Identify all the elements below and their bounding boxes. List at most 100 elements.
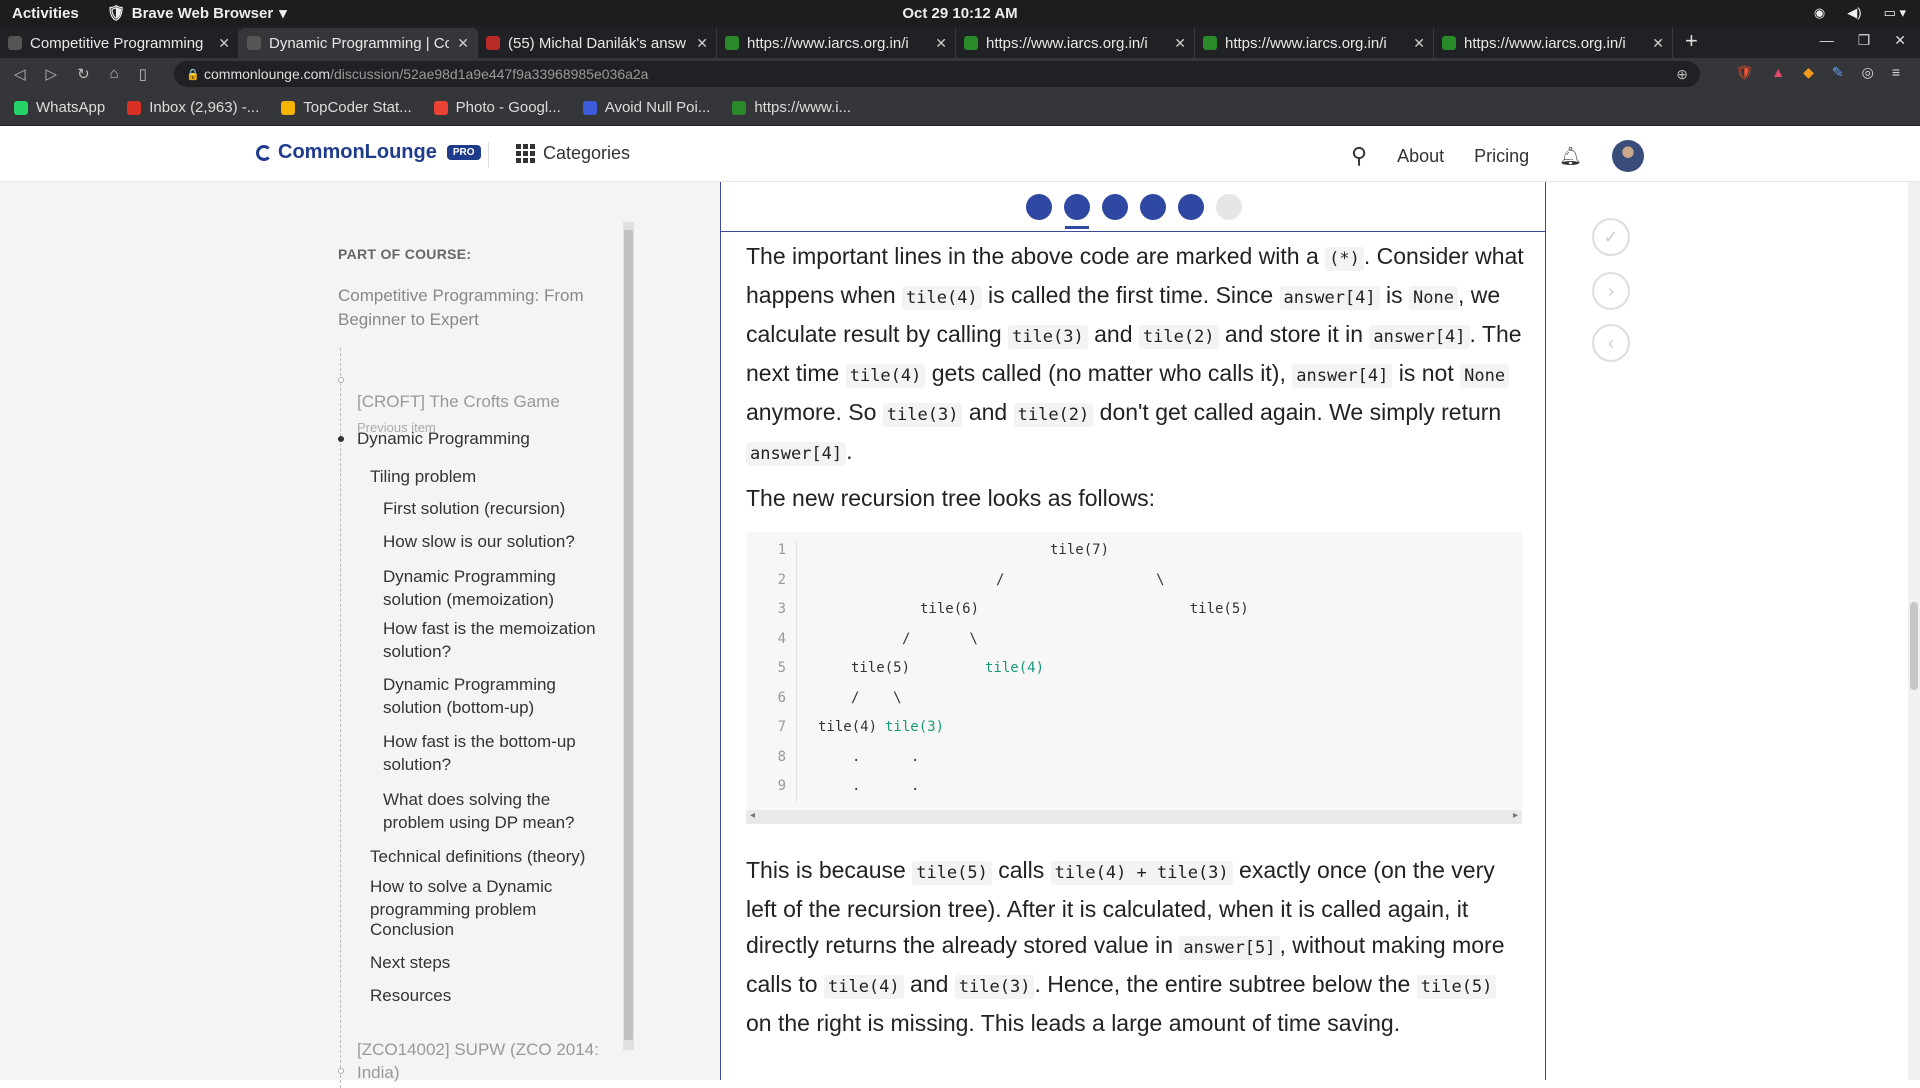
maximize-icon[interactable]: ❐ [1858, 32, 1871, 49]
progress-dot[interactable] [1026, 194, 1052, 220]
menu-icon[interactable]: ≡ [1892, 64, 1900, 81]
close-tab-icon[interactable]: ✕ [935, 35, 947, 52]
commonlounge-logo[interactable]: CommonLounge PRO [256, 141, 481, 164]
code-horizontal-scrollbar[interactable]: ◂ ▸ [746, 810, 1522, 824]
progress-dot[interactable] [1178, 194, 1204, 220]
course-sidebar: PART OF COURSE: Competitive Programming:… [0, 182, 720, 1088]
toc-item[interactable]: Next steps [370, 951, 600, 974]
avatar[interactable] [1612, 140, 1644, 172]
bookmark-2[interactable]: TopCoder Stat... [281, 99, 412, 116]
system-tray[interactable]: ◉ ◀) ▭ ▾ [1814, 5, 1906, 21]
favicon-icon [486, 36, 500, 50]
page-scrollbar-thumb[interactable] [1910, 602, 1918, 690]
bookmark-favicon-icon [281, 100, 296, 115]
close-tab-icon[interactable]: ✕ [1652, 35, 1664, 52]
bookmark-0[interactable]: WhatsApp [14, 99, 105, 116]
address-bar[interactable]: 🔒 commonlounge.com/discussion/52ae98d1a9… [174, 61, 1700, 87]
reload-icon[interactable]: ↻ [77, 65, 90, 83]
course-title-link[interactable]: Competitive Programming: From Beginner t… [338, 284, 608, 332]
page-scrollbar[interactable] [1908, 182, 1920, 1080]
bookmark-favicon-icon [127, 100, 142, 115]
bookmark-favicon-icon [433, 100, 448, 115]
grid-icon [516, 144, 535, 163]
toc-item[interactable]: How fast is the bottom-up solution? [383, 730, 600, 776]
sidebar-scrollbar-thumb[interactable] [624, 230, 633, 1040]
tab-0[interactable]: Competitive Programming ✕ [0, 28, 239, 58]
navigation-bar: ◁ ▷ ↻ ⌂ ▯ 🔒 commonlounge.com/discussion/… [0, 58, 1920, 90]
pen-extension-icon[interactable]: ✎ [1832, 64, 1844, 81]
article-panel: The important lines in the above code ar… [720, 182, 1547, 1080]
tab-2[interactable]: (55) Michal Danilák's answ ✕ [478, 28, 717, 58]
brave-shields-icon[interactable]: 🛡 [1735, 64, 1753, 81]
toc-dot [338, 377, 344, 383]
close-tab-icon[interactable]: ✕ [1174, 35, 1186, 52]
progress-dot[interactable] [1064, 194, 1090, 229]
next-chevron-icon[interactable]: › [1592, 272, 1630, 310]
activities-button[interactable]: Activities [12, 5, 79, 22]
toc-item[interactable]: What does solving the problem using DP m… [383, 788, 600, 834]
toc-item[interactable]: Tiling problem [370, 465, 600, 488]
profile-icon[interactable]: ◎ [1862, 64, 1874, 81]
toc-current-item[interactable]: Dynamic Programming [357, 427, 530, 450]
pricing-link[interactable]: Pricing [1474, 146, 1529, 167]
categories-menu[interactable]: Categories [516, 143, 630, 164]
bookmark-5[interactable]: https://www.i... [732, 99, 851, 116]
extension-icon[interactable]: ◆ [1803, 64, 1814, 81]
search-icon[interactable]: ⚲ [1351, 143, 1367, 169]
progress-dot[interactable] [1216, 194, 1242, 220]
toc-item[interactable]: First solution (recursion) [383, 497, 600, 520]
close-tab-icon[interactable]: ✕ [457, 35, 469, 52]
paragraph-recursion-tree-intro: The new recursion tree looks as follows: [746, 485, 1156, 511]
toc-item[interactable]: Dynamic Programming solution (memoizatio… [383, 565, 600, 611]
line-number: 6 [777, 689, 786, 706]
toc-dot [338, 1068, 344, 1074]
bookmark-icon[interactable]: ▯ [139, 65, 147, 83]
about-link[interactable]: About [1397, 146, 1444, 167]
toc-item[interactable]: How slow is our solution? [383, 530, 600, 553]
progress-dot[interactable] [1140, 194, 1166, 220]
window-controls: — ❐ ✕ [1820, 32, 1906, 49]
code-line: / \ [996, 571, 1165, 588]
next-item-link[interactable]: [ZCO14002] SUPW (ZCO 2014: India) [357, 1038, 607, 1084]
toc-item[interactable]: How fast is the memoization solution? [383, 617, 600, 663]
tab-1[interactable]: Dynamic Programming | Co ✕ [239, 28, 478, 58]
tab-5[interactable]: https://www.iarcs.org.in/i ✕ [1195, 28, 1434, 58]
bookmark-3[interactable]: Photo - Googl... [433, 99, 561, 116]
close-window-icon[interactable]: ✕ [1894, 32, 1906, 49]
brave-rewards-icon[interactable]: ▲ [1771, 64, 1785, 81]
back-icon[interactable]: ◁ [14, 65, 26, 83]
app-menu[interactable]: 🛡 Brave Web Browser ▾ [106, 4, 287, 23]
close-tab-icon[interactable]: ✕ [696, 35, 708, 52]
minimize-icon[interactable]: — [1820, 32, 1834, 49]
close-tab-icon[interactable]: ✕ [218, 35, 230, 52]
clock[interactable]: Oct 29 10:12 AM [0, 5, 1920, 22]
sidebar-scrollbar[interactable] [623, 222, 634, 1050]
code-line: tile(5) [851, 660, 911, 676]
toc-item[interactable]: Resources [370, 984, 600, 1007]
bookmark-1[interactable]: Inbox (2,963) -... [127, 99, 259, 116]
zoom-icon[interactable]: ⊕ [1676, 66, 1688, 83]
close-tab-icon[interactable]: ✕ [1413, 35, 1425, 52]
brave-icon: 🛡 [106, 5, 126, 22]
bookmark-4[interactable]: Avoid Null Poi... [582, 99, 710, 116]
bell-icon[interactable]: 🔔︎ [1559, 146, 1582, 167]
previous-item-link[interactable]: [CROFT] The Crofts Game [357, 392, 560, 412]
mark-complete-icon[interactable]: ✓ [1592, 218, 1630, 256]
toc-item[interactable]: Technical definitions (theory) [370, 845, 600, 868]
right-actions: ✓ › ‹ [1546, 182, 1920, 1080]
tab-4[interactable]: https://www.iarcs.org.in/i ✕ [956, 28, 1195, 58]
line-number: 3 [777, 601, 786, 617]
home-icon[interactable]: ⌂ [110, 65, 119, 83]
toc-item[interactable]: How to solve a Dynamic programming probl… [370, 875, 600, 921]
toc-item[interactable]: Conclusion [370, 918, 600, 941]
progress-dot[interactable] [1102, 194, 1128, 220]
tab-6[interactable]: https://www.iarcs.org.in/i ✕ [1434, 28, 1673, 58]
previous-chevron-icon[interactable]: ‹ [1592, 324, 1630, 362]
new-tab-button[interactable]: + [1685, 28, 1698, 54]
lock-icon: 🔒 [186, 68, 200, 81]
forward-icon[interactable]: ▷ [46, 65, 58, 83]
tab-3[interactable]: https://www.iarcs.org.in/i ✕ [717, 28, 956, 58]
favicon-icon [725, 36, 739, 50]
toc-item[interactable]: Dynamic Programming solution (bottom-up) [383, 673, 600, 719]
code-line: . . [852, 778, 920, 794]
